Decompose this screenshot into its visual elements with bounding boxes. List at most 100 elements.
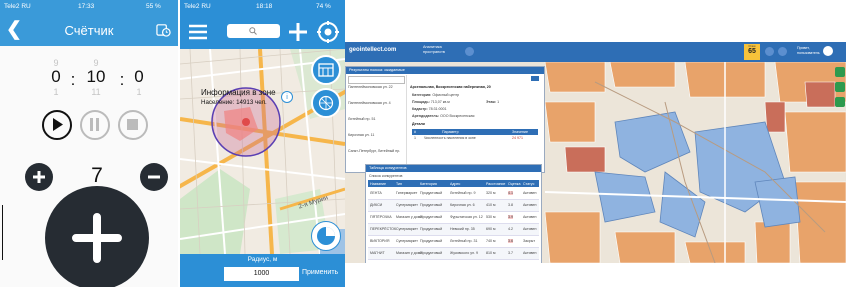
popup-title: Информация в зоне [201, 88, 276, 97]
table-row[interactable]: МАГНИТ Магазин у дома Продуктовый Жуковског… [368, 248, 539, 260]
search-results-panel: Результаты поиска: ожидаемые Пантелеймон… [345, 66, 545, 173]
result-item[interactable]: Пантелеймоновская ул. 22 [348, 85, 393, 89]
phone-icon[interactable] [835, 67, 845, 77]
table-cell: Жуковского ул. 9 [450, 251, 479, 255]
table-cell: ЛЕНТА [370, 191, 382, 195]
table-cell: Активен [523, 215, 537, 219]
table-row[interactable]: ПЯТЁРОЧКА Магазин у дома Продуктовый Фуршта… [368, 212, 539, 224]
page-title: Счётчик [64, 23, 114, 38]
popup-population: Население: 14913 чел. [201, 99, 267, 106]
menu-icon[interactable] [188, 24, 208, 40]
table-cell: Фурштатская ул. 12 [450, 215, 483, 219]
table-cell: 3.6 [508, 239, 513, 243]
table-cell: Активен [523, 227, 537, 231]
status-carrier: Tele2 RU [4, 3, 31, 10]
menu-analytics[interactable]: Аналитика пространств [423, 45, 445, 55]
result-item[interactable]: Пантелеймоновская ул. 4 [348, 101, 391, 105]
table-cell: 690 м [486, 227, 496, 231]
table-cell: Магазин у дома [396, 251, 423, 255]
big-increment-button[interactable] [45, 186, 149, 287]
table-cell: 740 м [486, 239, 496, 243]
timer-icon[interactable] [156, 22, 171, 37]
seconds-digit[interactable]: 0 [128, 67, 150, 87]
competitors-table-header: Название Тип Категория Адрес Расстояние … [368, 180, 539, 187]
stop-button[interactable] [118, 110, 148, 140]
table-row[interactable]: ВИКТОРИЯ Супермаркет Продуктовый Литейный п… [368, 236, 539, 248]
table-cell: Активен [523, 203, 537, 207]
table-cell: Невский пр. 35 [450, 227, 475, 231]
export-button[interactable] [531, 76, 539, 81]
result-item[interactable]: Кирочная ул. 11 [348, 133, 374, 137]
status-carrier: Tele2 RU [184, 3, 211, 10]
digit-below: 11 [91, 87, 101, 97]
table-row[interactable]: ПЕРЕКРЁСТОК Супермаркет Продуктовый Невский… [368, 224, 539, 236]
divider [2, 205, 3, 260]
detail-owner: Арендодатель: ООО Воскресенская [412, 114, 475, 118]
toolbar [180, 15, 345, 49]
detail-category: Категория: Офисный центр [412, 93, 460, 97]
table-cell: Продуктовый [420, 239, 443, 243]
table-row[interactable]: ДИКСИ Супермаркет Продуктовый Кирочная ул. … [368, 200, 539, 212]
grid-button[interactable] [311, 88, 341, 118]
count-value: 7 [91, 164, 103, 187]
table-cell: Закрыт [523, 239, 535, 243]
table-cell: Кирочная ул. 6 [450, 203, 475, 207]
help-icon[interactable] [778, 47, 787, 56]
nav-circle-icon[interactable] [465, 47, 474, 56]
detail-address: Арсенальная, Воскресенская набережная, 2… [410, 85, 491, 89]
add-icon[interactable] [288, 22, 308, 42]
result-item[interactable]: Литейный пр. 51 [348, 117, 376, 121]
competitors-panel: Таблица конкурентов Список конкурентов Н… [365, 164, 542, 263]
edit-icon[interactable] [835, 97, 845, 107]
table-cell: Активен [523, 191, 537, 195]
table-cell: 320 м [486, 191, 496, 195]
score-badge: Очки 65 [744, 44, 760, 60]
grid-icon [318, 95, 334, 111]
status-bar: Tele2 RU 17:33 55 % [0, 0, 178, 15]
detail-section-title: Детали [412, 122, 425, 126]
table-cell: Супермаркет [396, 239, 418, 243]
detail-area: Площадь: 713,07 кв.м [412, 100, 450, 104]
radius-chart-button[interactable] [311, 221, 341, 251]
table-cell: Супермаркет [396, 203, 418, 207]
status-time: 18:18 [256, 3, 273, 10]
table-cell: МАГНИТ [370, 251, 385, 255]
status-battery: 55 % [146, 3, 161, 10]
table-cell: 3.7 [508, 251, 513, 255]
status-bar: Tele2 RU 18:18 74 % [180, 0, 345, 15]
detail-cadastre: Кадастр: 78:31:0001 [412, 107, 447, 111]
search-input[interactable] [227, 24, 280, 38]
table-cell: Литейный пр. 31 [450, 239, 478, 243]
table-cell: Продуктовый [420, 215, 443, 219]
counter-app-screen: Tele2 RU 17:33 55 % ❮ Счётчик 9 0 1 : 9 … [0, 0, 178, 287]
table-cell: Супермаркет [396, 227, 418, 231]
avatar[interactable] [823, 46, 833, 56]
pause-icon [90, 118, 99, 131]
minutes-digit[interactable]: 10 [79, 67, 113, 87]
info-icon[interactable]: i [281, 91, 293, 103]
radius-input[interactable]: 1000 [224, 267, 299, 281]
table-cell: Активен [523, 251, 537, 255]
locate-icon[interactable] [317, 21, 339, 43]
stop-icon [127, 119, 138, 130]
result-item[interactable]: Санкт-Петербург, Литейный пр. [348, 149, 400, 153]
layers-button[interactable] [311, 55, 341, 85]
table-cell: Продуктовый [420, 191, 443, 195]
results-filter-input[interactable] [348, 76, 405, 84]
table-cell: Продуктовый [420, 251, 443, 255]
pause-button[interactable] [80, 110, 110, 140]
apply-button[interactable]: Применить [302, 269, 338, 276]
pencil-icon[interactable] [835, 82, 845, 92]
app-logo[interactable]: geointellect.com [349, 47, 396, 53]
play-button[interactable] [42, 110, 72, 140]
search-icon[interactable] [765, 47, 774, 56]
table-row[interactable]: ЛЕНТА Гипермаркет Продуктовый Литейный пр. … [368, 188, 539, 200]
search-icon [249, 27, 257, 35]
competitors-title: Таблица конкурентов [366, 165, 541, 172]
table-cell: 3.9 [508, 215, 513, 219]
divider [406, 75, 407, 170]
table-cell: Магазин у дома [396, 215, 423, 219]
top-bar: geointellect.com Аналитика пространств О… [345, 42, 846, 62]
plus-icon [72, 213, 122, 263]
status-battery: 74 % [316, 3, 331, 10]
